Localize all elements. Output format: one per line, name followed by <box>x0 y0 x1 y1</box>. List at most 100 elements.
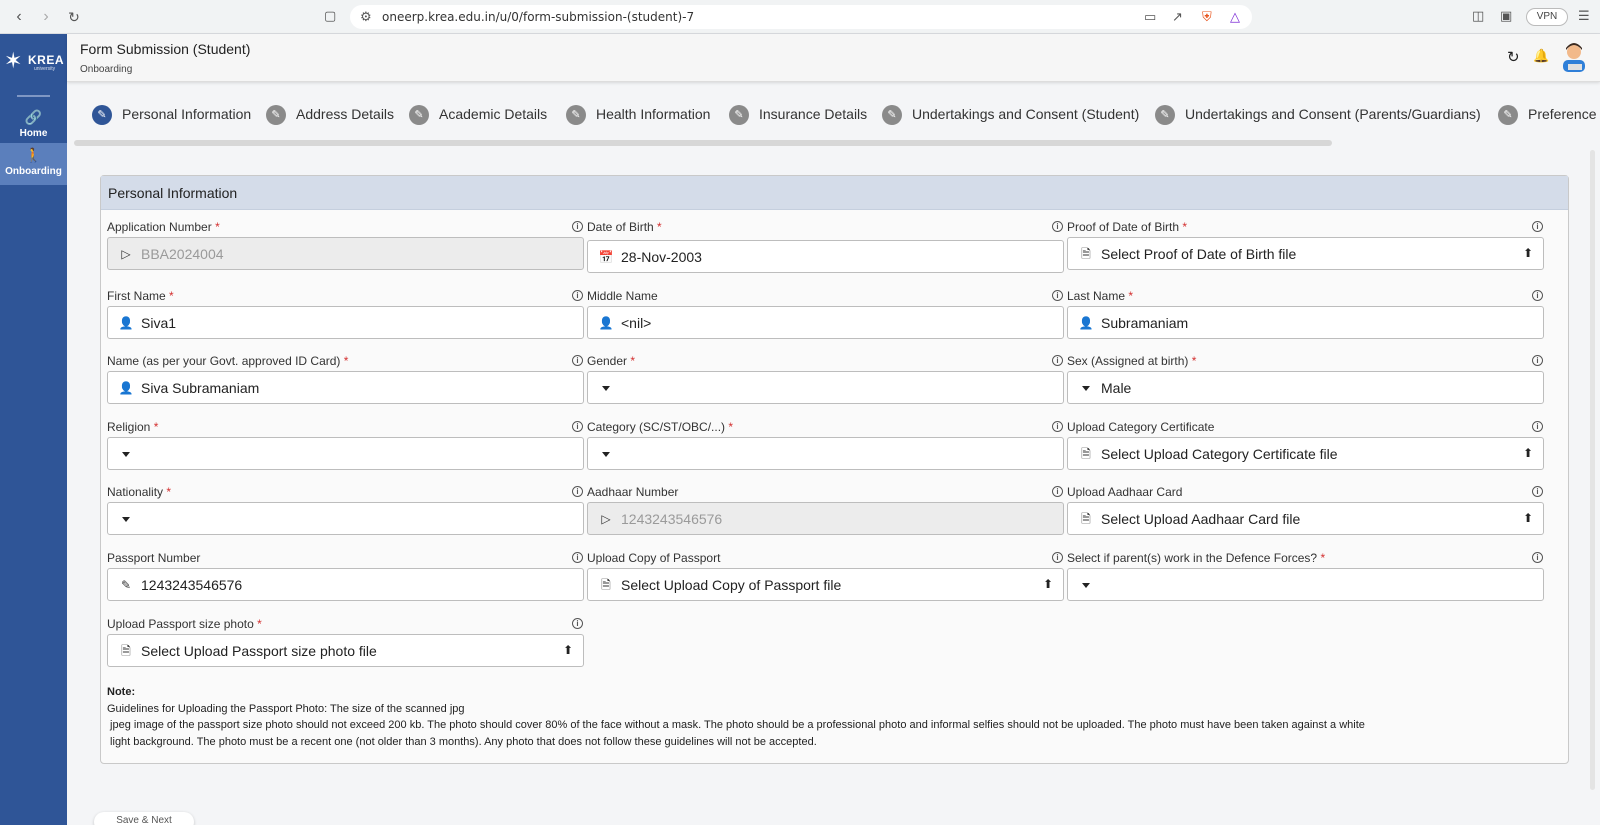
save-next-button[interactable]: Save & Next <box>94 812 194 825</box>
field-label: Aadhaar Number <box>587 485 679 499</box>
form-stepper: ✎ Personal Information ✎ Address Details… <box>74 96 1600 140</box>
info-icon[interactable]: i <box>572 290 583 301</box>
site-settings-icon[interactable]: ⚙ <box>360 9 372 25</box>
id-badge-icon: 👤 <box>118 381 134 395</box>
info-icon[interactable]: i <box>1532 355 1543 366</box>
cast-icon[interactable]: ▭ <box>1144 9 1156 25</box>
required-mark: * <box>630 354 636 368</box>
info-icon[interactable]: i <box>1052 221 1063 232</box>
field-label: Last Name * <box>1067 289 1133 303</box>
sidebar-item-onboarding[interactable]: 🚶 Onboarding <box>0 143 67 185</box>
person-walking-icon: 🚶 <box>24 147 43 163</box>
field-label: Upload Aadhaar Card <box>1067 485 1183 499</box>
date-of-birth-input[interactable]: 📅 28-Nov-2003 <box>587 240 1064 273</box>
aadhaar-number-field: Aadhaar Number i ▷ 1243243546576 <box>587 485 1064 545</box>
upload-icon[interactable]: ⬆ <box>1523 446 1533 460</box>
field-value: BBA2024004 <box>141 246 224 262</box>
label-text: Select if parent(s) work in the Defence … <box>1067 551 1318 565</box>
menu-icon[interactable]: ☰ <box>1578 8 1590 24</box>
field-label: Category (SC/ST/OBC/...) * <box>587 420 733 434</box>
stepper-scrollbar[interactable] <box>74 140 1332 146</box>
upload-icon[interactable]: ⬆ <box>1523 511 1533 525</box>
category-certificate-upload[interactable]: 🗎 Select Upload Category Certificate fil… <box>1067 437 1544 470</box>
aadhaar-card-field: Upload Aadhaar Card i 🗎 Select Upload Aa… <box>1067 485 1544 545</box>
id-name-input[interactable]: 👤 Siva Subramaniam <box>107 371 584 404</box>
avatar[interactable] <box>1557 40 1591 74</box>
sidebar-toggle-icon[interactable]: ◫ <box>1472 8 1484 24</box>
info-icon[interactable]: i <box>572 421 583 432</box>
sex-select[interactable]: Male <box>1067 371 1544 404</box>
passport-photo-upload[interactable]: 🗎 Select Upload Passport size photo file… <box>107 634 584 667</box>
info-icon[interactable]: i <box>1532 486 1543 497</box>
info-icon[interactable]: i <box>572 486 583 497</box>
field-label: Upload Copy of Passport <box>587 551 721 565</box>
info-icon[interactable]: i <box>572 618 583 629</box>
field-value: Select Upload Aadhaar Card file <box>1101 511 1301 527</box>
info-icon[interactable]: i <box>1052 421 1063 432</box>
brave-shield-icon[interactable]: ⛨ <box>1202 9 1212 25</box>
field-label: Proof of Date of Birth * <box>1067 220 1187 234</box>
share-icon[interactable]: ↗ <box>1172 9 1183 25</box>
upload-icon[interactable]: ⬆ <box>563 643 573 657</box>
gender-select[interactable] <box>587 371 1064 404</box>
info-icon[interactable]: i <box>1052 355 1063 366</box>
proof-dob-upload[interactable]: 🗎 Select Proof of Date of Birth file ⬆ <box>1067 237 1544 270</box>
wallet-icon[interactable]: ▣ <box>1500 8 1512 24</box>
caret-down-icon <box>602 452 610 457</box>
info-icon[interactable]: i <box>1052 486 1063 497</box>
save-next-label: Save & Next <box>116 815 172 825</box>
info-icon[interactable]: i <box>1532 552 1543 563</box>
personal-information-card: Personal Information Application Number … <box>100 175 1569 764</box>
reload-icon[interactable]: ↻ <box>65 8 83 26</box>
brave-rewards-icon[interactable]: △ <box>1230 9 1240 25</box>
first-name-input[interactable]: 👤 Siva1 <box>107 306 584 339</box>
passport-photo-field: Upload Passport size photo * i 🗎 Select … <box>107 617 584 677</box>
upload-icon[interactable]: ⬆ <box>1523 246 1533 260</box>
category-select[interactable] <box>587 437 1064 470</box>
info-icon[interactable]: i <box>1532 221 1543 232</box>
pencil-icon: ✎ <box>266 105 286 125</box>
proof-dob-field: Proof of Date of Birth * i 🗎 Select Proo… <box>1067 220 1544 280</box>
step-label: Undertakings and Consent (Student) <box>912 106 1140 122</box>
page-header: Form Submission (Student) Onboarding ↻ 🔔 <box>67 34 1600 82</box>
field-value: Male <box>1101 380 1132 396</box>
link-icon: 🔗 <box>24 109 43 125</box>
required-mark: * <box>657 220 662 234</box>
passport-number-input[interactable]: ✎ 1243243546576 <box>107 568 584 601</box>
sidebar-item-label: Onboarding <box>5 166 62 177</box>
krea-logo: ✶ KREA university <box>4 46 64 76</box>
aadhaar-card-upload[interactable]: 🗎 Select Upload Aadhaar Card file ⬆ <box>1067 502 1544 535</box>
defence-select[interactable] <box>1067 568 1544 601</box>
step-label: Address Details <box>296 106 395 122</box>
info-icon[interactable]: i <box>1052 290 1063 301</box>
last-name-input[interactable]: 👤 Subramaniam <box>1067 306 1544 339</box>
forward-icon[interactable]: › <box>37 8 55 26</box>
id-name-field: Name (as per your Govt. approved ID Card… <box>107 354 584 414</box>
bell-icon[interactable]: 🔔 <box>1533 48 1549 64</box>
sidebar-item-home[interactable]: 🔗 Home <box>0 108 67 148</box>
info-icon[interactable]: i <box>1052 552 1063 563</box>
page-scrollbar[interactable] <box>1590 150 1595 790</box>
bookmark-icon[interactable]: ▢ <box>324 8 336 24</box>
address-bar[interactable]: ⚙ oneerp.krea.edu.in/u/0/form-submission… <box>350 5 1252 29</box>
info-icon[interactable]: i <box>572 355 583 366</box>
refresh-icon[interactable]: ↻ <box>1507 48 1520 66</box>
religion-select[interactable] <box>107 437 584 470</box>
info-icon[interactable]: i <box>1532 421 1543 432</box>
upload-icon[interactable]: ⬆ <box>1043 577 1053 591</box>
vpn-button[interactable]: VPN <box>1526 8 1568 26</box>
sidebar-divider <box>17 95 50 97</box>
sidebar-item-label: Home <box>19 128 48 139</box>
file-icon: 🗎 <box>1081 247 1091 261</box>
back-icon[interactable]: ‹ <box>10 8 28 26</box>
passport-copy-upload[interactable]: 🗎 Select Upload Copy of Passport file ⬆ <box>587 568 1064 601</box>
middle-name-input[interactable]: 👤 <nil> <box>587 306 1064 339</box>
note-line: jpeg image of the passport size photo sh… <box>107 719 1365 731</box>
info-icon[interactable]: i <box>572 221 583 232</box>
tag-icon: ▷ <box>121 247 131 261</box>
logo-mark-icon: ✶ <box>4 48 23 73</box>
info-icon[interactable]: i <box>572 552 583 563</box>
info-icon[interactable]: i <box>1532 290 1543 301</box>
step-label: Undertakings and Consent (Parents/Guardi… <box>1185 106 1481 122</box>
nationality-select[interactable] <box>107 502 584 535</box>
